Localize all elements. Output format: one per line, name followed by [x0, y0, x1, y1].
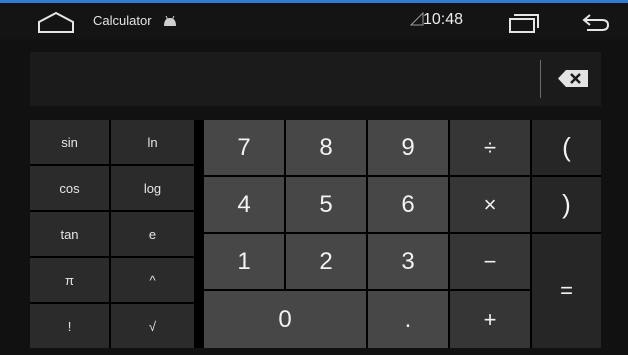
back-icon[interactable]	[582, 11, 610, 33]
close-paren-key[interactable]: )	[532, 177, 601, 232]
digit-0-key[interactable]: 0	[204, 291, 366, 348]
ln-key[interactable]: ln	[111, 120, 194, 164]
recents-icon[interactable]	[508, 12, 540, 34]
plus-key[interactable]: +	[450, 291, 530, 348]
power-key[interactable]: ^	[111, 258, 194, 302]
digit-5-key[interactable]: 5	[286, 177, 366, 232]
status-bar: Calculator 10:48	[0, 3, 628, 39]
log-key[interactable]: log	[111, 166, 194, 210]
sqrt-key[interactable]: √	[111, 304, 194, 348]
backspace-icon[interactable]	[558, 70, 588, 87]
cos-key[interactable]: cos	[30, 166, 109, 210]
digit-8-key[interactable]: 8	[286, 120, 366, 175]
calculator-display	[30, 52, 601, 106]
digit-7-key[interactable]: 7	[204, 120, 284, 175]
app-title: Calculator	[93, 13, 152, 28]
digit-2-key[interactable]: 2	[286, 234, 366, 289]
digit-4-key[interactable]: 4	[204, 177, 284, 232]
display-divider	[540, 60, 541, 98]
pi-key[interactable]: π	[30, 258, 109, 302]
divide-key[interactable]: ÷	[450, 120, 530, 175]
digit-3-key[interactable]: 3	[368, 234, 448, 289]
keypad: sin ln cos log tan e π ^ ! √ 7 8 9 4 5 6…	[30, 120, 601, 348]
android-icon	[164, 16, 176, 26]
digit-9-key[interactable]: 9	[368, 120, 448, 175]
minus-key[interactable]: −	[450, 234, 530, 289]
factorial-key[interactable]: !	[30, 304, 109, 348]
home-icon[interactable]	[36, 10, 76, 34]
sin-key[interactable]: sin	[30, 120, 109, 164]
open-paren-key[interactable]: (	[532, 120, 601, 175]
digit-1-key[interactable]: 1	[204, 234, 284, 289]
e-key[interactable]: e	[111, 212, 194, 256]
tan-key[interactable]: tan	[30, 212, 109, 256]
equals-key[interactable]: =	[532, 234, 601, 348]
multiply-key[interactable]: ×	[450, 177, 530, 232]
decimal-point-key[interactable]: .	[368, 291, 448, 348]
clock-time: 10:48	[423, 11, 464, 28]
digit-6-key[interactable]: 6	[368, 177, 448, 232]
calculator-screen: Calculator 10:48 sin ln cos log tan e π …	[0, 0, 628, 355]
signal-icon	[410, 12, 424, 26]
